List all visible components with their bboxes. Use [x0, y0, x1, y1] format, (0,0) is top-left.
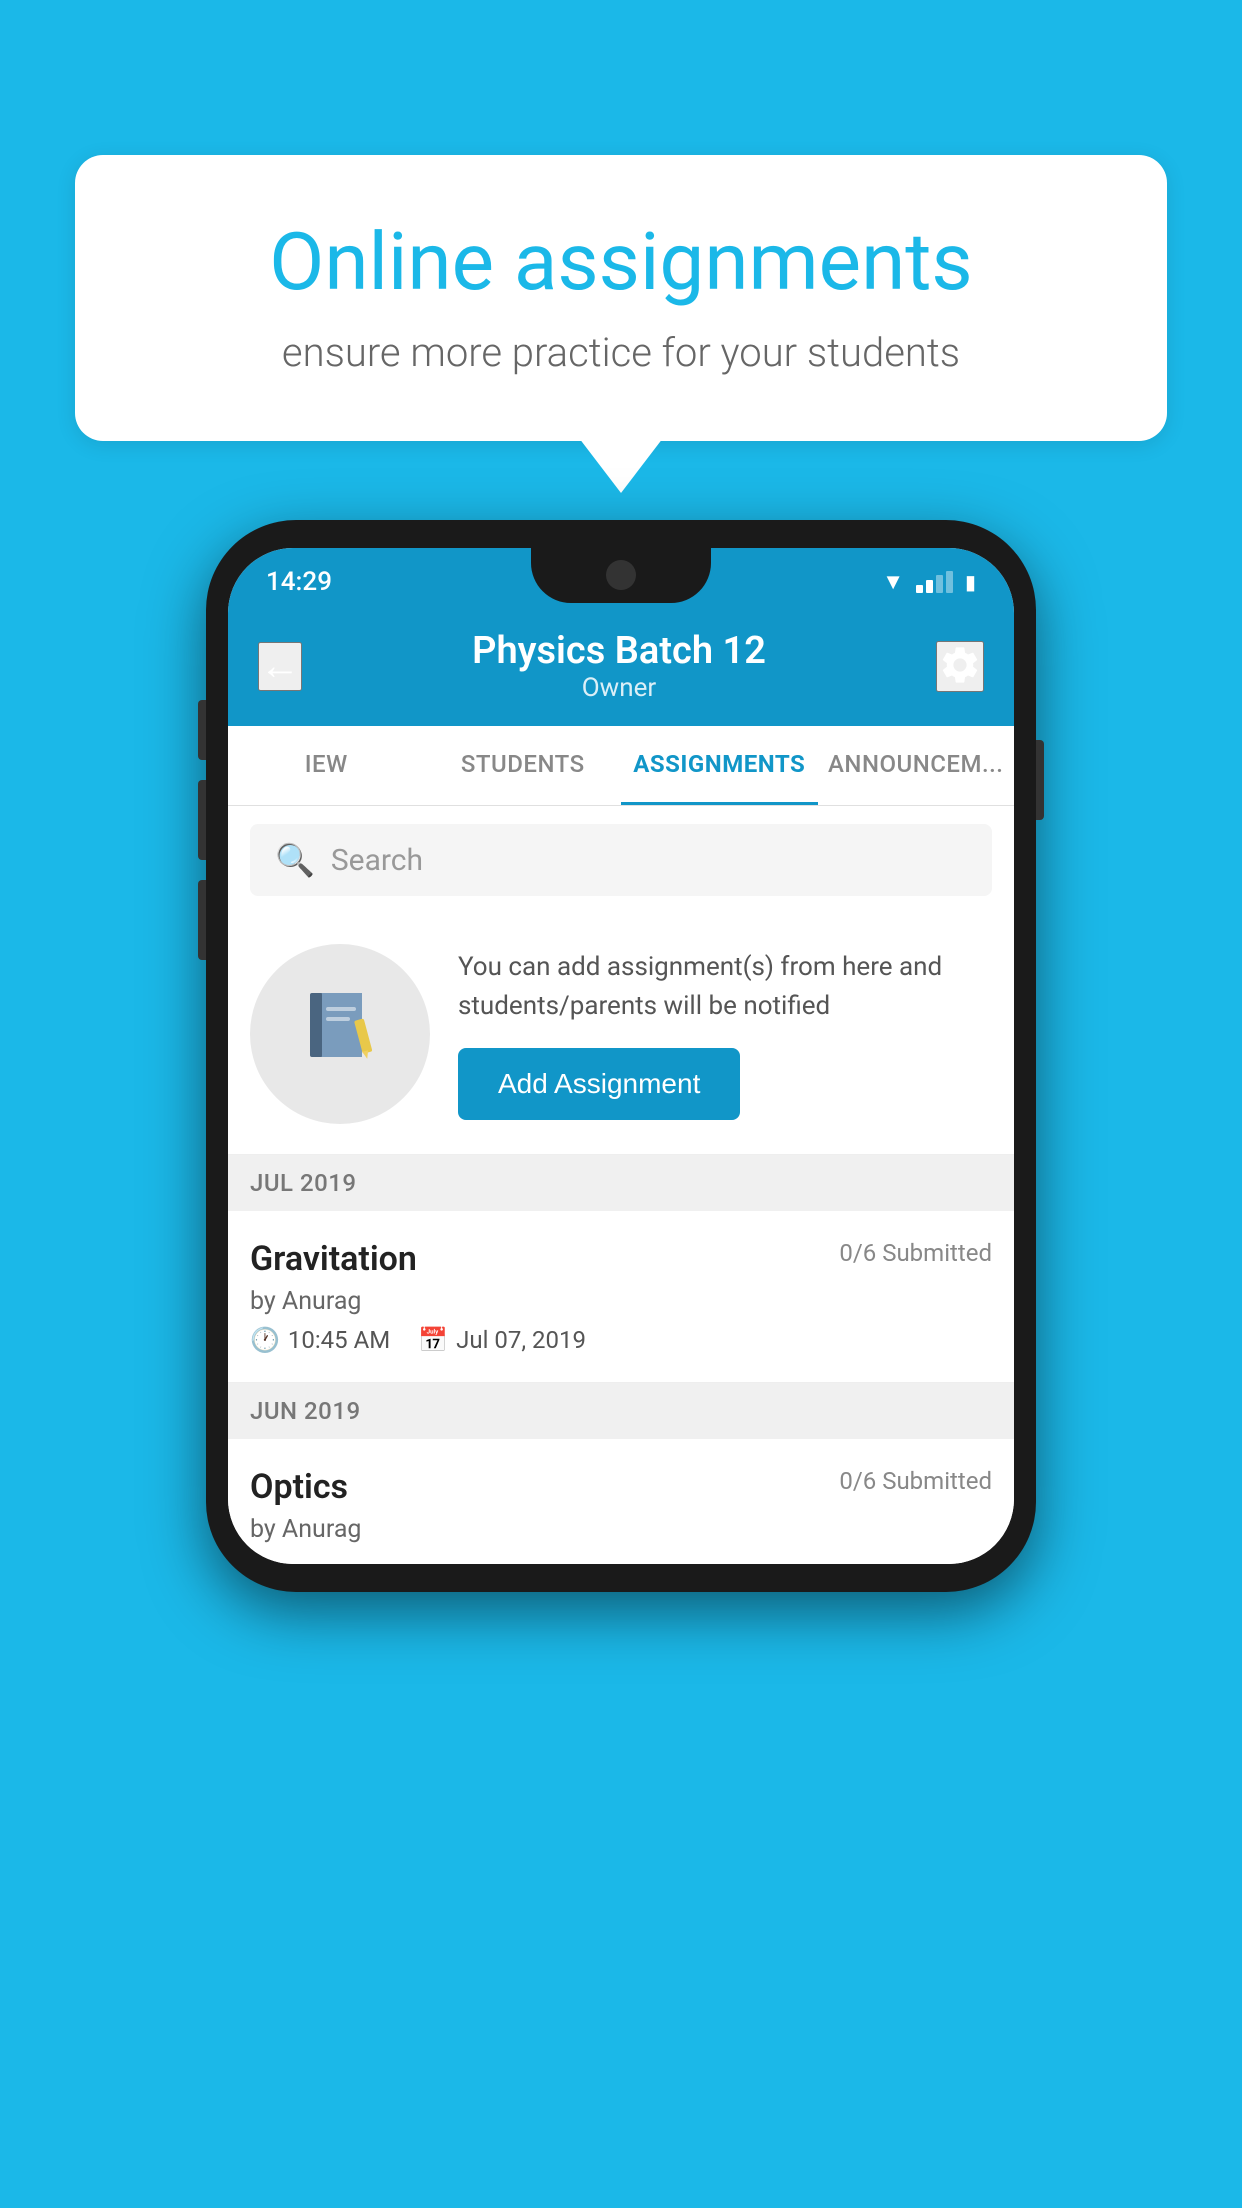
volume-down-button: [198, 780, 206, 860]
mute-button: [198, 880, 206, 960]
assignment-name: Gravitation: [250, 1239, 417, 1279]
settings-button[interactable]: [936, 641, 984, 692]
time-value: 10:45 AM: [288, 1326, 390, 1354]
app-bar-title-group: Physics Batch 12 Owner: [472, 629, 766, 703]
settings-icon: [938, 643, 982, 687]
phone-shell: 14:29 ▼ ▮ ← Physics Batch 12 Owner: [206, 520, 1036, 1592]
tabs-bar: IEW STUDENTS ASSIGNMENTS ANNOUNCEM...: [228, 726, 1014, 806]
add-assignment-button[interactable]: Add Assignment: [458, 1048, 740, 1120]
assignment-header-optics: Optics 0/6 Submitted: [250, 1467, 992, 1507]
bubble-subtitle: ensure more practice for your students: [145, 329, 1097, 376]
search-bar[interactable]: 🔍 Search: [250, 824, 992, 896]
assignment-name-optics: Optics: [250, 1467, 348, 1507]
assignment-item-optics[interactable]: Optics 0/6 Submitted by Anurag: [228, 1439, 1014, 1564]
tab-students[interactable]: STUDENTS: [425, 726, 622, 805]
date-value: Jul 07, 2019: [456, 1326, 586, 1354]
wifi-icon: ▼: [882, 569, 904, 595]
phone-device: 14:29 ▼ ▮ ← Physics Batch 12 Owner: [206, 520, 1036, 1592]
speech-bubble-container: Online assignments ensure more practice …: [75, 155, 1167, 441]
search-placeholder: Search: [331, 843, 423, 878]
notebook-icon: [300, 985, 380, 1084]
phone-notch: [531, 548, 711, 603]
batch-subtitle: Owner: [472, 673, 766, 703]
clock-icon: 🕐: [250, 1326, 280, 1354]
notebook-svg: [300, 985, 380, 1065]
assignment-submitted: 0/6 Submitted: [839, 1239, 992, 1267]
promo-content: You can add assignment(s) from here and …: [458, 948, 992, 1120]
phone-screen: 14:29 ▼ ▮ ← Physics Batch 12 Owner: [228, 548, 1014, 1564]
search-bar-container: 🔍 Search: [228, 806, 1014, 914]
assignment-header: Gravitation 0/6 Submitted: [250, 1239, 992, 1279]
bubble-title: Online assignments: [145, 215, 1097, 309]
assignment-meta: 🕐 10:45 AM 📅 Jul 07, 2019: [250, 1326, 992, 1354]
content-area: 🔍 Search: [228, 806, 1014, 1564]
assignment-item-gravitation[interactable]: Gravitation 0/6 Submitted by Anurag 🕐 10…: [228, 1211, 1014, 1383]
calendar-icon: 📅: [418, 1326, 448, 1354]
speech-bubble: Online assignments ensure more practice …: [75, 155, 1167, 441]
app-bar: ← Physics Batch 12 Owner: [228, 606, 1014, 726]
volume-up-button: [198, 700, 206, 760]
promo-text: You can add assignment(s) from here and …: [458, 948, 992, 1026]
month-separator-jul: JUL 2019: [228, 1155, 1014, 1211]
assignment-date: 📅 Jul 07, 2019: [418, 1326, 586, 1354]
tab-iew[interactable]: IEW: [228, 726, 425, 805]
month-separator-jun: JUN 2019: [228, 1383, 1014, 1439]
assignment-by-optics: by Anurag: [250, 1515, 992, 1544]
signal-icon: [916, 571, 953, 593]
assignment-submitted-optics: 0/6 Submitted: [839, 1467, 992, 1495]
tab-assignments[interactable]: ASSIGNMENTS: [621, 726, 818, 805]
assignment-by: by Anurag: [250, 1287, 992, 1316]
tab-announcements[interactable]: ANNOUNCEM...: [818, 726, 1015, 805]
back-button[interactable]: ←: [258, 642, 302, 691]
search-icon: 🔍: [275, 841, 315, 879]
promo-icon-circle: [250, 944, 430, 1124]
power-button: [1036, 740, 1044, 820]
phone-camera: [606, 560, 636, 590]
status-icons: ▼ ▮: [882, 569, 976, 595]
add-assignment-promo: You can add assignment(s) from here and …: [228, 914, 1014, 1155]
batch-title: Physics Batch 12: [472, 629, 766, 673]
status-time: 14:29: [266, 567, 332, 597]
assignment-time: 🕐 10:45 AM: [250, 1326, 390, 1354]
battery-icon: ▮: [965, 570, 976, 594]
